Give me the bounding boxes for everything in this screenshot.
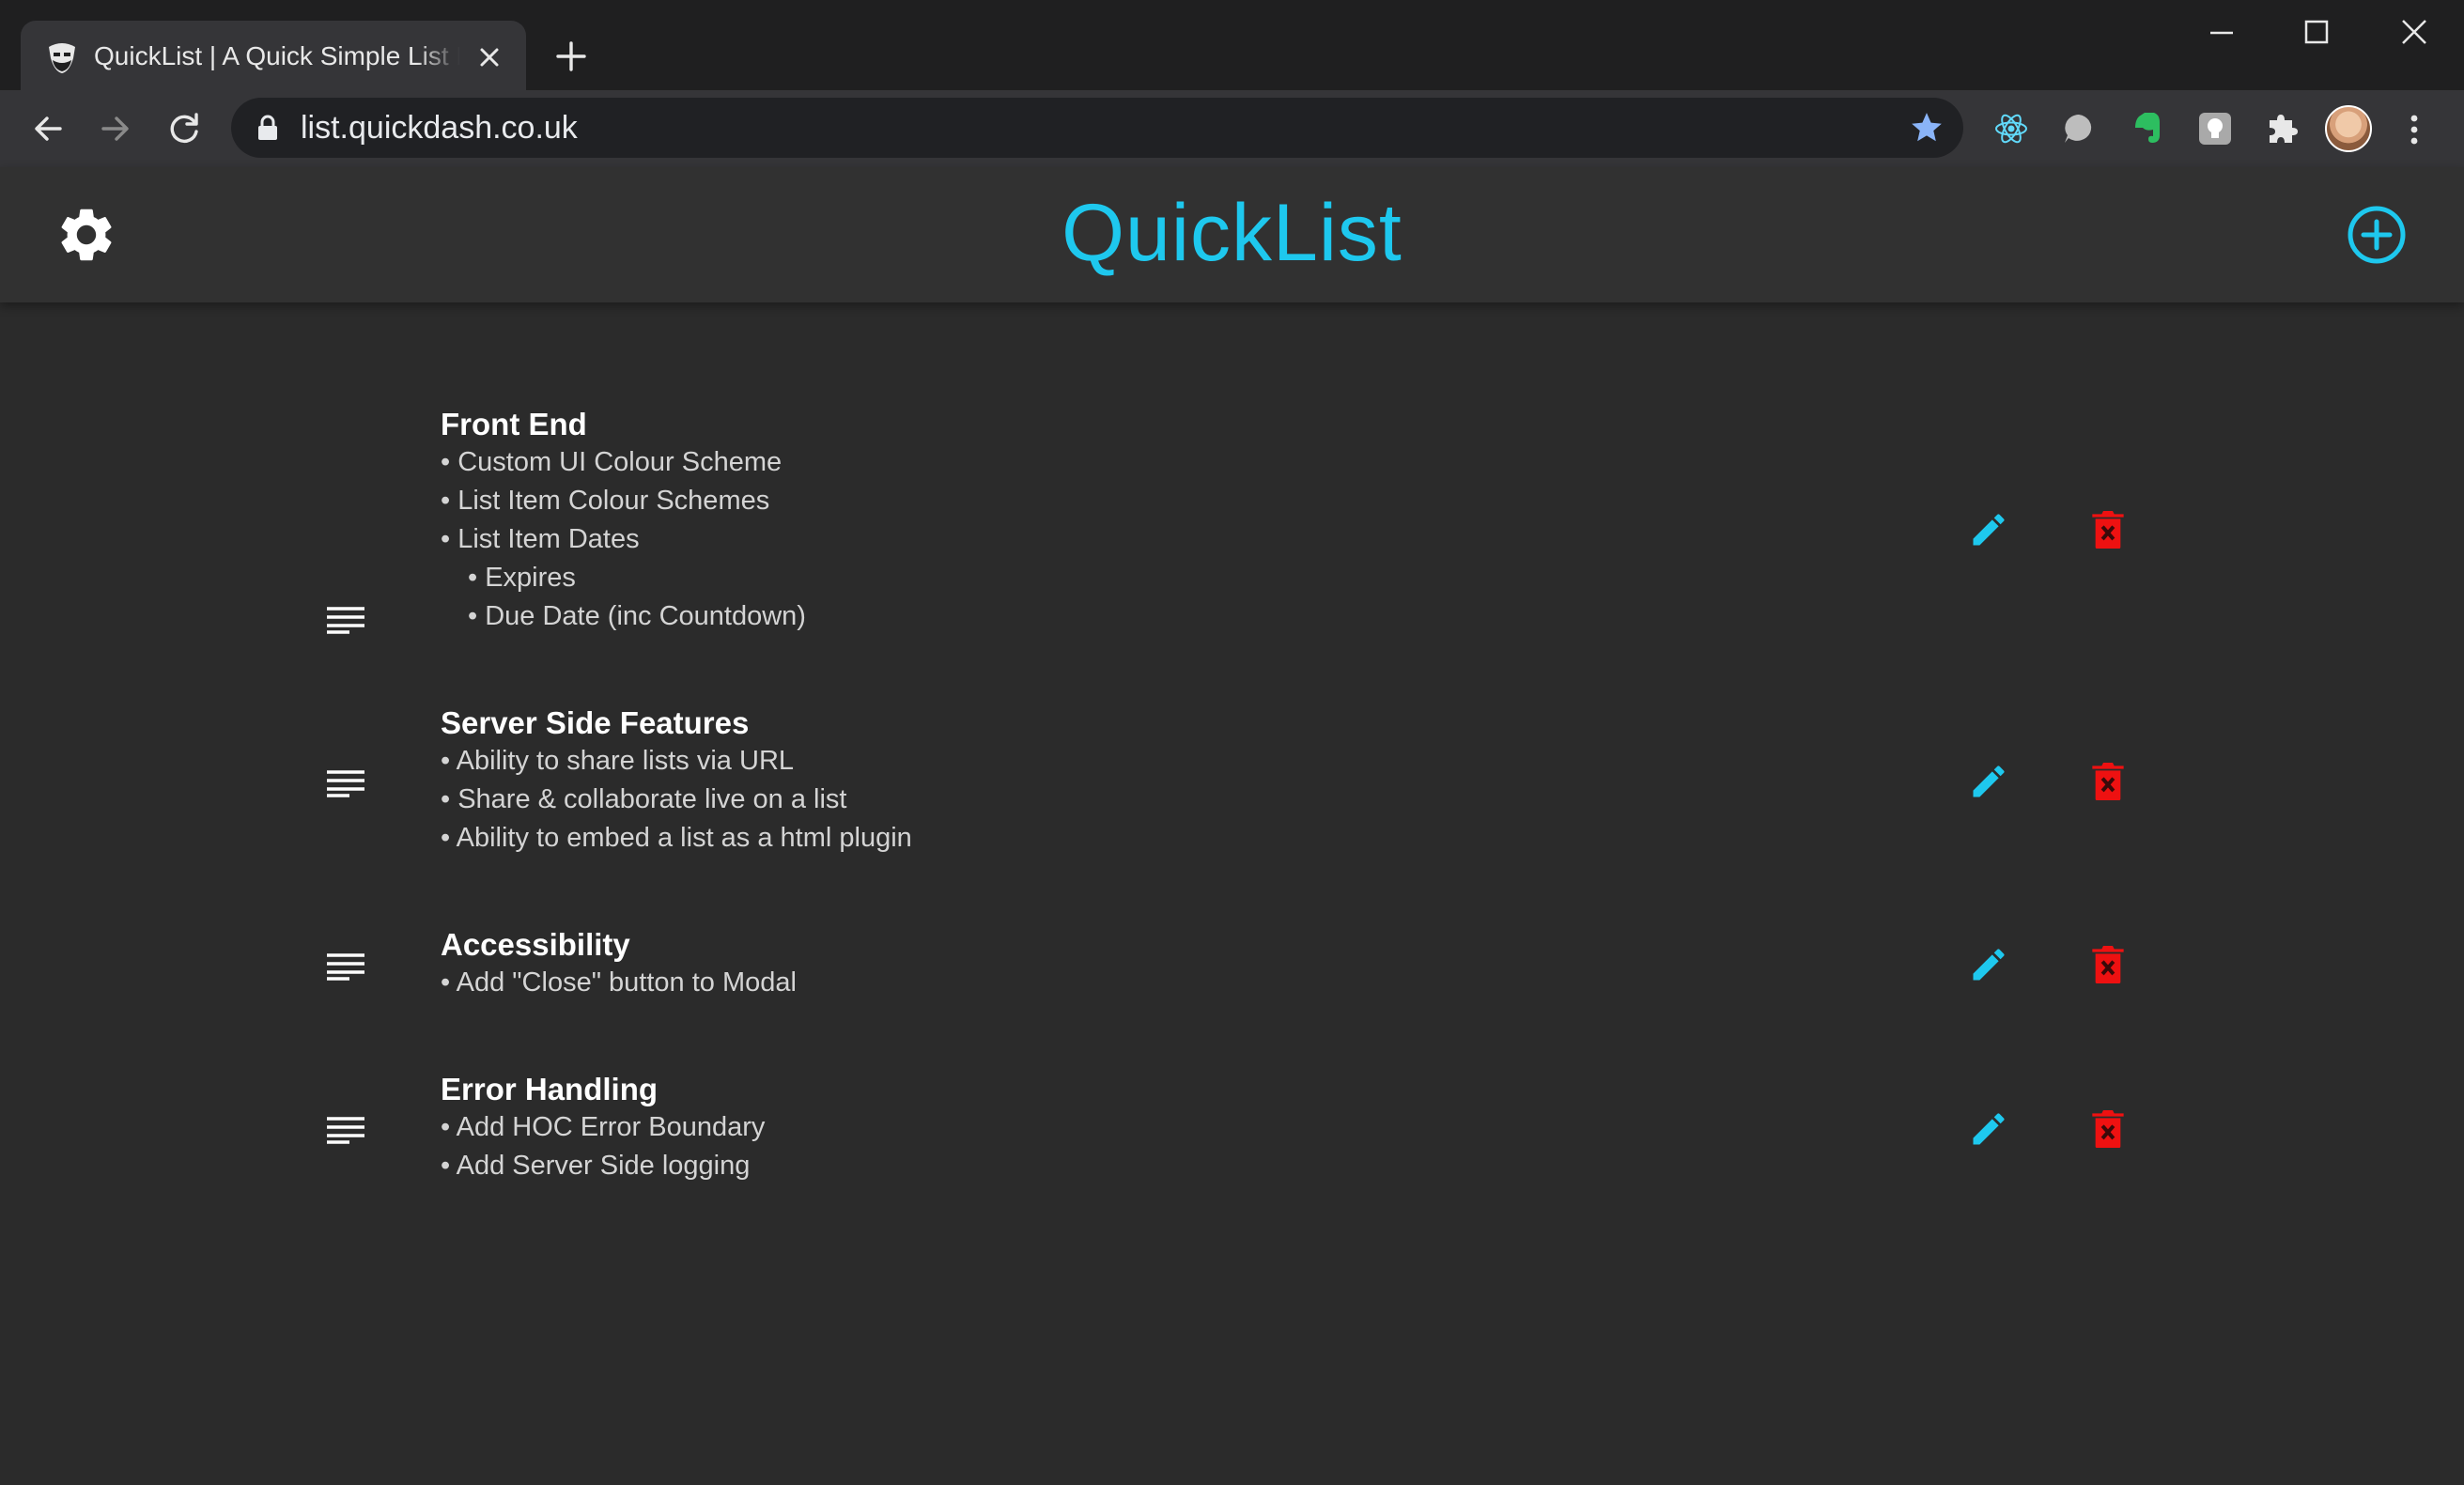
bearded-face-favicon-icon	[49, 43, 75, 73]
delete-trash-icon[interactable]	[2089, 761, 2127, 802]
list-title: Accessibility	[441, 927, 630, 962]
url-text[interactable]: list.quickdash.co.uk	[301, 111, 578, 145]
list-sub-bullet: • Due Date (inc Countdown)	[468, 601, 806, 631]
delete-trash-icon[interactable]	[2089, 944, 2127, 985]
react-devtools-icon[interactable]	[1990, 107, 2033, 150]
lock-icon[interactable]	[256, 115, 280, 141]
edit-pencil-icon[interactable]	[1968, 509, 2009, 550]
list-title: Server Side Features	[441, 705, 750, 740]
list-bullet: • Ability to share lists via URL	[441, 746, 795, 776]
puzzle-extensions-icon[interactable]	[2260, 107, 2303, 150]
tab-title: QuickList | A Quick Simple List Manager	[94, 41, 460, 70]
new-tab-icon[interactable]	[550, 36, 592, 77]
bookmark-star-icon[interactable]	[1909, 110, 1945, 146]
maximize-window-icon[interactable]	[2298, 17, 2335, 49]
profile-avatar[interactable]	[2325, 105, 2372, 152]
list-title: Error Handling	[441, 1072, 659, 1106]
list-bullet: • Ability to embed a list as a html plug…	[441, 823, 912, 853]
minimize-window-icon[interactable]	[2203, 17, 2240, 49]
more-vertical-icon[interactable]	[2400, 109, 2428, 150]
list-sub-bullet: • Expires	[468, 563, 576, 593]
list-bullet: • Add HOC Error Boundary	[441, 1112, 766, 1142]
add-list-plus-icon[interactable]	[2347, 205, 2407, 265]
reload-icon[interactable]	[163, 107, 206, 150]
drag-handle-lines-icon[interactable]	[325, 1116, 366, 1144]
evernote-icon[interactable]	[2126, 107, 2169, 150]
browser-tab-strip: QuickList | A Quick Simple List Manager	[0, 0, 2464, 90]
list-bullet: • Add "Close" button to Modal	[441, 967, 797, 998]
list-content[interactable]: Front End • Custom UI Colour Scheme • Li…	[441, 406, 806, 636]
drag-handle-lines-icon[interactable]	[325, 606, 366, 634]
delete-trash-icon[interactable]	[2089, 1108, 2127, 1150]
app-header: QuickList	[0, 167, 2464, 302]
edit-pencil-icon[interactable]	[1968, 1108, 2009, 1150]
list-title: Front End	[441, 407, 587, 441]
forward-arrow-icon[interactable]	[94, 107, 137, 150]
app-title: QuickList	[1062, 188, 1402, 278]
browser-tab[interactable]: QuickList | A Quick Simple List Manager	[21, 21, 526, 90]
list-bullet: • List Item Colour Schemes	[441, 486, 770, 516]
list-bullet: • List Item Dates	[441, 524, 640, 554]
speech-bubble-icon[interactable]	[2057, 107, 2100, 150]
list-content[interactable]: Server Side Features • Ability to share …	[441, 704, 912, 858]
close-tab-icon[interactable]	[473, 41, 505, 73]
drag-handle-lines-icon[interactable]	[325, 952, 366, 981]
list-bullet: • Add Server Side logging	[441, 1151, 751, 1181]
list-bullet: • Share & collaborate live on a list	[441, 784, 847, 814]
edit-pencil-icon[interactable]	[1968, 761, 2009, 802]
lightbulb-extension-icon[interactable]	[2193, 107, 2237, 150]
list-content[interactable]: Error Handling • Add HOC Error Boundary …	[441, 1071, 765, 1185]
list-bullet: • Custom UI Colour Scheme	[441, 447, 783, 477]
edit-pencil-icon[interactable]	[1968, 944, 2009, 985]
close-window-icon[interactable]	[2395, 17, 2433, 49]
delete-trash-icon[interactable]	[2089, 509, 2127, 550]
back-arrow-icon[interactable]	[26, 107, 70, 150]
browser-toolbar: list.quickdash.co.uk	[0, 90, 2464, 167]
drag-handle-lines-icon[interactable]	[325, 769, 366, 797]
list-content[interactable]: Accessibility • Add "Close" button to Mo…	[441, 926, 797, 1002]
address-bar[interactable]: list.quickdash.co.uk	[231, 98, 1963, 158]
